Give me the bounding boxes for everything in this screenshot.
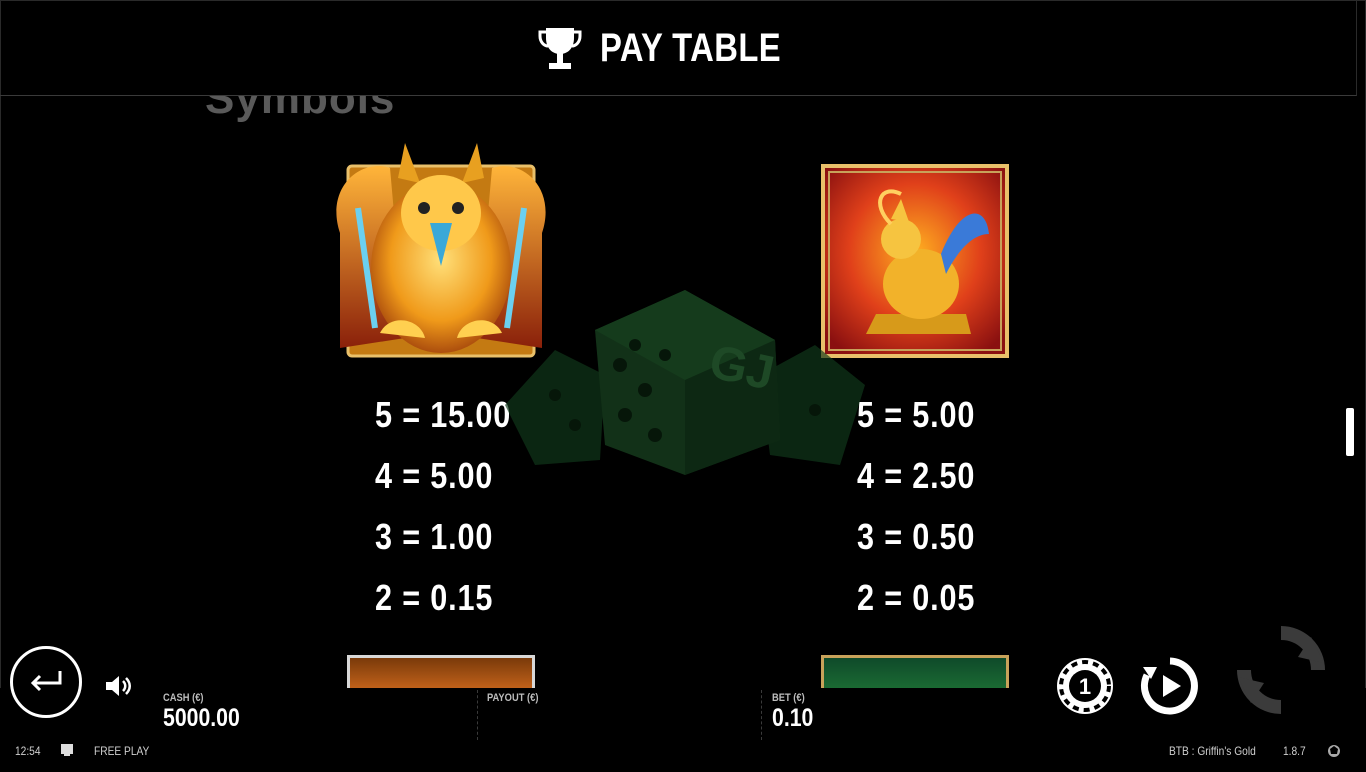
sound-icon[interactable]	[103, 672, 133, 700]
payout-row: 3 = 1.00	[375, 516, 494, 557]
spin-button[interactable]	[1236, 625, 1326, 715]
bet-label: BET (€)	[772, 692, 805, 704]
coin-chip-button[interactable]: 1	[1055, 656, 1115, 716]
payout-row: 2 = 0.15	[375, 577, 494, 618]
payout-row: 5 = 5.00	[857, 394, 976, 435]
paytable-header: PAY TABLE	[0, 0, 1357, 96]
provider-logo-icon	[1328, 745, 1340, 757]
trophy-icon	[538, 28, 582, 69]
game-name: BTB : Griffin's Gold	[1169, 744, 1256, 758]
header-title-group: PAY TABLE	[0, 24, 1356, 72]
payout-row: 4 = 5.00	[375, 455, 494, 496]
payout-row: 5 = 15.00	[375, 394, 512, 435]
dice-watermark-logo: GJ	[505, 290, 865, 475]
payout-row: 2 = 0.05	[857, 577, 976, 618]
payout-label: PAYOUT (€)	[487, 692, 539, 704]
autoplay-button[interactable]	[1139, 655, 1201, 717]
page-title: PAY TABLE	[599, 25, 781, 70]
game-version: 1.8.7	[1283, 744, 1306, 758]
next-symbol-peek	[347, 655, 535, 689]
chip-value: 1	[1079, 674, 1091, 699]
next-symbol-peek	[821, 655, 1009, 689]
cash-value: 5000.00	[163, 704, 240, 732]
divider	[761, 690, 763, 740]
clock: 12:54	[15, 744, 41, 758]
info-icon[interactable]	[60, 743, 74, 757]
scrollbar-thumb[interactable]	[1346, 408, 1354, 456]
bet-value: 0.10	[772, 704, 814, 732]
payout-row: 4 = 2.50	[857, 455, 976, 496]
back-button[interactable]	[10, 646, 82, 718]
divider	[477, 690, 479, 740]
return-arrow-icon	[30, 671, 62, 692]
payout-row: 3 = 0.50	[857, 516, 976, 557]
play-mode: FREE PLAY	[94, 744, 150, 758]
payout-list-statue: 5 = 5.00 4 = 2.50 3 = 0.50 2 = 0.05	[857, 384, 996, 628]
cash-label: CASH (€)	[163, 692, 204, 704]
